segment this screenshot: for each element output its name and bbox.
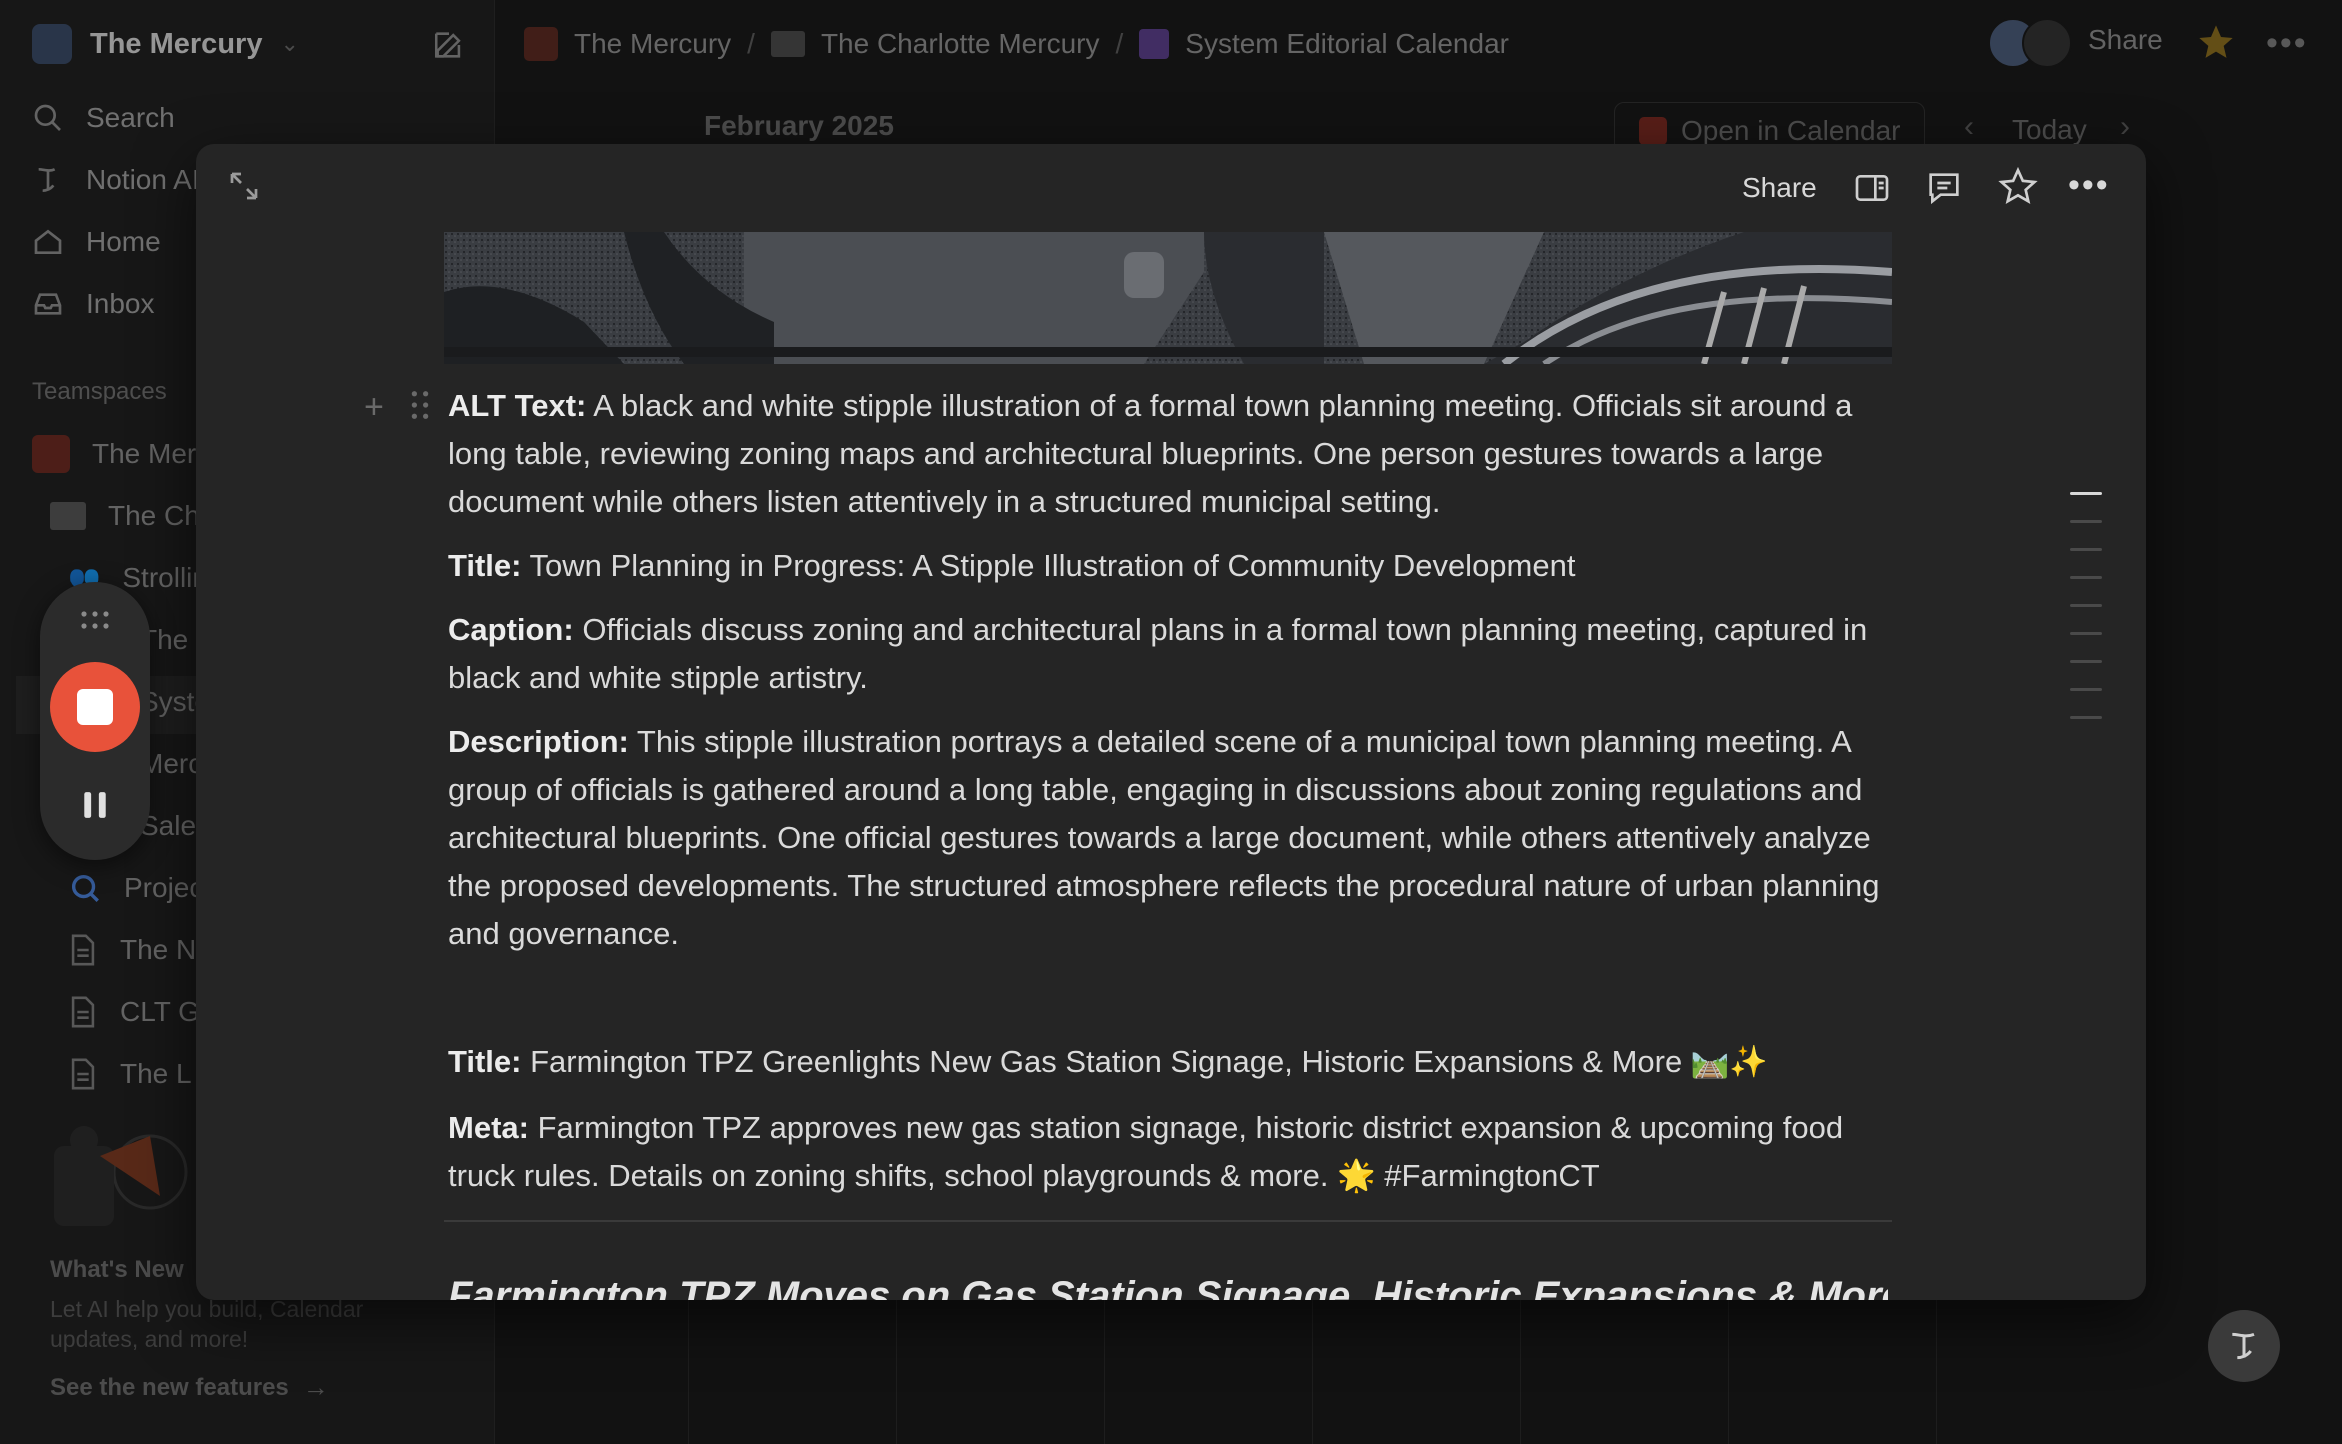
toc-marker[interactable] (2070, 688, 2102, 691)
side-peek-icon[interactable] (1852, 168, 1892, 213)
article-heading[interactable]: Farmington TPZ Moves on Gas Station Sign… (448, 1274, 1888, 1300)
stop-recording-button[interactable] (50, 662, 140, 752)
pause-icon[interactable] (82, 790, 108, 825)
meta-block[interactable]: Meta: Farmington TPZ approves new gas st… (448, 1104, 1888, 1200)
recorder-widget (40, 582, 150, 860)
toc-marker[interactable] (2070, 716, 2102, 719)
modal-share-button[interactable]: Share (1742, 172, 1817, 204)
toc-marker-active[interactable] (2070, 492, 2102, 495)
title-label: Title: (448, 1044, 522, 1079)
article-title-block[interactable]: Title: Farmington TPZ Greenlights New Ga… (448, 1038, 1888, 1086)
alt-text-block[interactable]: ALT Text: A black and white stipple illu… (448, 382, 1888, 526)
divider (444, 1220, 1892, 1222)
description-block[interactable]: Description: This stipple illustration p… (448, 718, 1888, 958)
toc-marker[interactable] (2070, 576, 2102, 579)
meta-value: Farmington TPZ approves new gas station … (448, 1110, 1844, 1193)
toc-marker[interactable] (2070, 548, 2102, 551)
toc-marker[interactable] (2070, 660, 2102, 663)
description-value: This stipple illustration portrays a det… (448, 724, 1880, 951)
title-label: Title: (448, 548, 522, 583)
stop-icon (77, 689, 113, 725)
toc-marker[interactable] (2070, 632, 2102, 635)
title-value: Farmington TPZ Greenlights New Gas Stati… (521, 1044, 1769, 1079)
caption-value: Officials discuss zoning and architectur… (448, 612, 1868, 695)
comment-icon[interactable] (1924, 168, 1964, 213)
grip-icon[interactable] (80, 610, 110, 635)
add-block-icon[interactable]: + (364, 388, 384, 427)
alt-text-label: ALT Text: (448, 388, 587, 423)
drag-handle-icon[interactable] (410, 390, 430, 425)
alt-text-value: A black and white stipple illustration o… (448, 388, 1853, 519)
notion-ai-icon (2232, 1332, 2255, 1360)
notion-ai-fab[interactable] (2208, 1310, 2280, 1382)
meta-label: Meta: (448, 1110, 529, 1145)
title-value: Town Planning in Progress: A Stipple Ill… (521, 548, 1576, 583)
expand-icon[interactable] (226, 168, 262, 209)
star-icon[interactable] (1998, 166, 2038, 211)
caption-label: Caption: (448, 612, 574, 647)
cover-image (444, 232, 1892, 364)
more-options-icon[interactable]: ••• (2068, 166, 2110, 205)
caption-block[interactable]: Caption: Officials discuss zoning and ar… (448, 606, 1888, 702)
description-label: Description: (448, 724, 629, 759)
title-block[interactable]: Title: Town Planning in Progress: A Stip… (448, 542, 1888, 590)
toc-marker[interactable] (2070, 604, 2102, 607)
toc-marker[interactable] (2070, 520, 2102, 523)
page-peek-modal: Share ••• + ALT Text: A black and white … (196, 144, 2146, 1300)
